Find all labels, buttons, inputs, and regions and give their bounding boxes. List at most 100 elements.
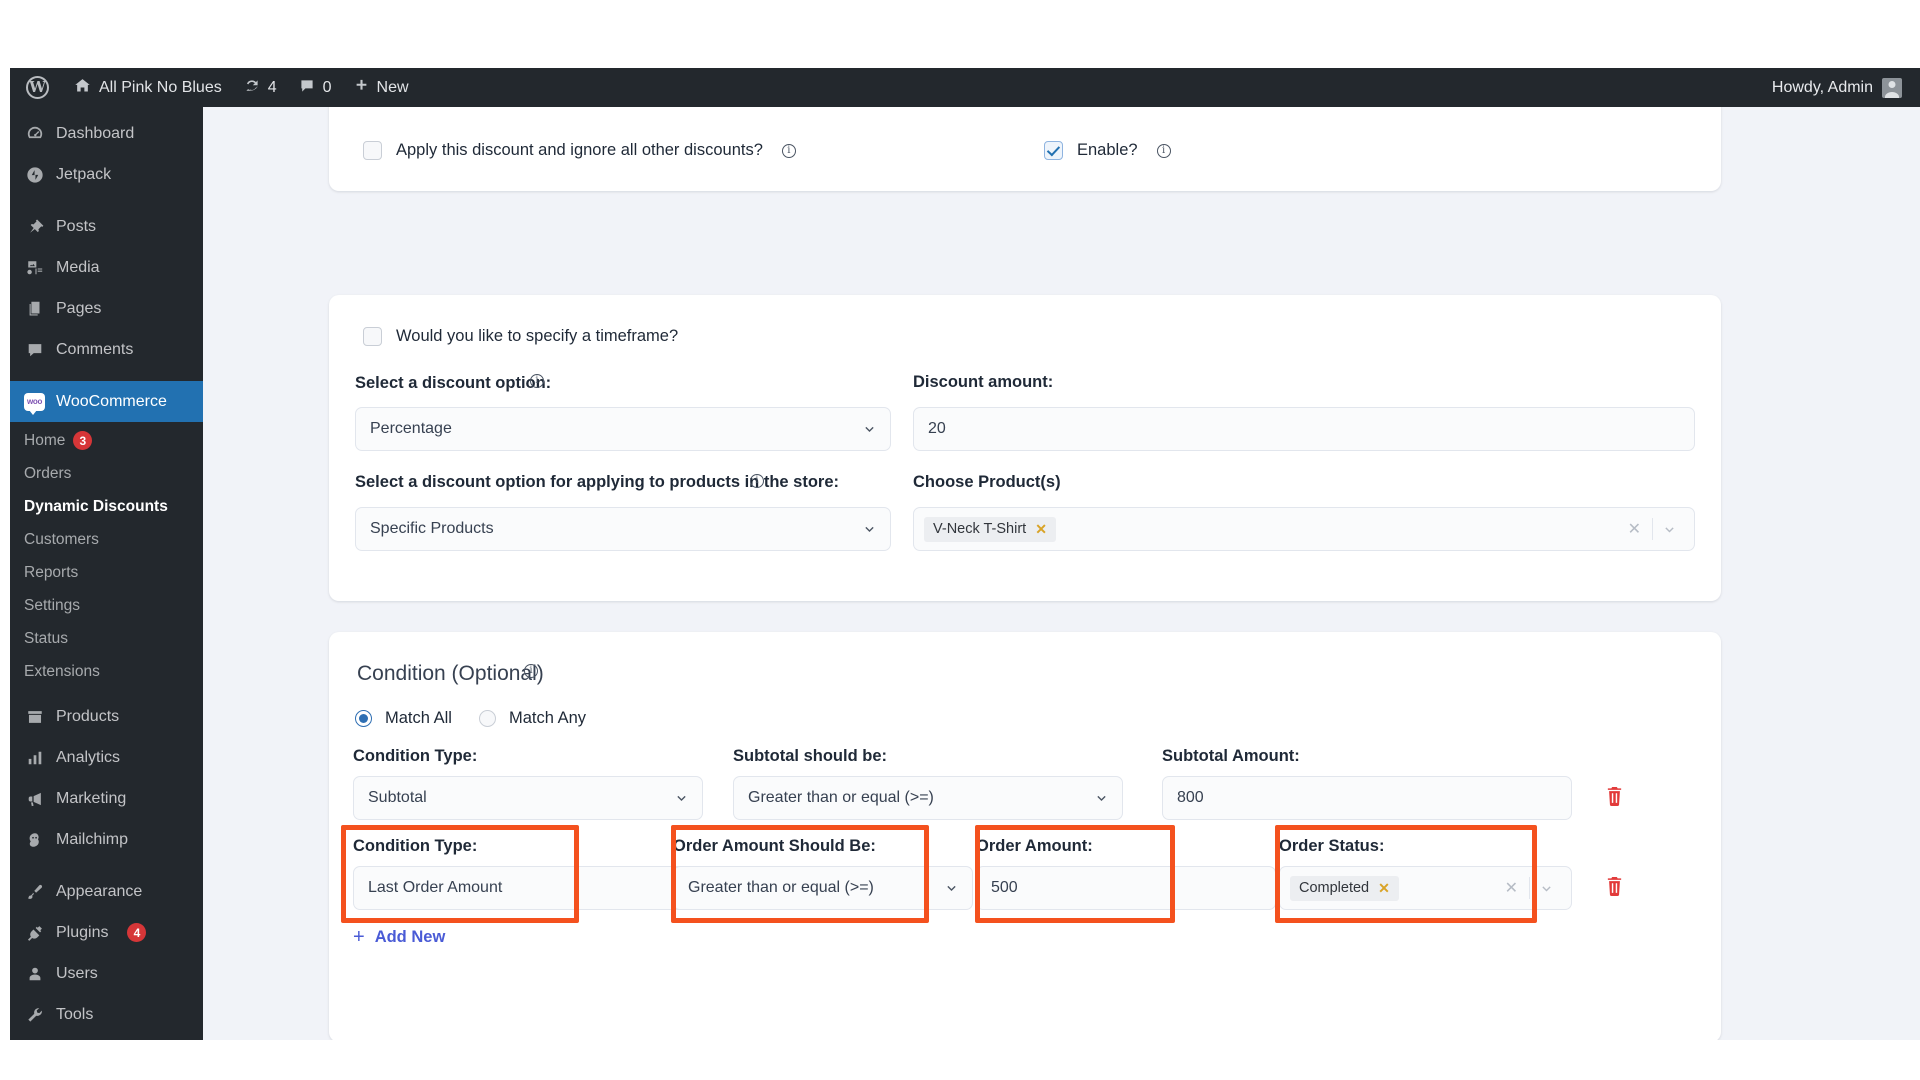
wordpress-logo-icon: W <box>26 76 49 99</box>
sidebar-item-label: Posts <box>56 217 97 235</box>
row1-operator-select[interactable]: Greater than or equal (>=) <box>733 776 1123 820</box>
sidebar-item-marketing[interactable]: Marketing <box>10 778 203 819</box>
add-new-condition-link[interactable]: + Add New <box>353 926 445 949</box>
sidebar-separator <box>10 370 203 381</box>
remove-tag-icon[interactable]: ✕ <box>1378 880 1390 897</box>
remove-tag-icon[interactable]: ✕ <box>1035 521 1047 538</box>
row1-value-label: Subtotal Amount: <box>1162 747 1300 765</box>
clear-x-icon[interactable]: ✕ <box>1494 878 1529 898</box>
discount-option-group: Select a discount option: <box>355 375 891 405</box>
sidebar-subitem-status[interactable]: Status <box>10 622 203 655</box>
sidebar-item-label: Dashboard <box>56 124 135 142</box>
row2-operator-select[interactable]: Greater than or equal (>=) <box>673 866 973 910</box>
sidebar-item-media[interactable]: Media <box>10 247 203 288</box>
sidebar-subitem-settings[interactable]: Settings <box>10 589 203 622</box>
new-content-button[interactable]: New <box>343 68 420 107</box>
info-icon[interactable]: i <box>530 374 544 388</box>
row2-trash-icon[interactable] <box>1605 876 1624 898</box>
match-all-radio-option[interactable]: Match All <box>355 710 452 727</box>
chevron-down-icon[interactable] <box>1653 523 1686 536</box>
discount-option-select[interactable]: Percentage <box>355 407 891 451</box>
home-icon <box>74 77 91 98</box>
timeframe-row[interactable]: Would you like to specify a timeframe? <box>363 327 678 346</box>
discount-amount-value: 20 <box>928 420 946 437</box>
ignore-other-discounts-row[interactable]: Apply this discount and ignore all other… <box>363 141 796 160</box>
match-all-label: Match All <box>385 709 452 728</box>
sidebar-item-appearance[interactable]: Appearance <box>10 871 203 912</box>
sidebar-separator <box>10 195 203 206</box>
updates-button[interactable]: 4 <box>233 68 288 107</box>
row2-condition-type-select[interactable]: Last Order Amount <box>353 866 703 910</box>
enable-row[interactable]: Enable? i <box>1044 141 1171 160</box>
account-menu[interactable]: Howdy, Admin <box>1772 77 1920 98</box>
row2-value-input[interactable]: 500 <box>976 866 1276 910</box>
match-any-radio[interactable] <box>479 710 496 727</box>
sidebar-item-woocommerce[interactable]: woo WooCommerce <box>10 381 203 422</box>
site-name-button[interactable]: All Pink No Blues <box>63 68 233 107</box>
row2-order-status-multiselect[interactable]: Completed ✕ ✕ <box>1279 866 1572 910</box>
sidebar-item-plugins[interactable]: Plugins 4 <box>10 912 203 953</box>
sidebar-item-jetpack[interactable]: Jetpack <box>10 154 203 195</box>
ignore-other-discounts-label: Apply this discount and ignore all other… <box>396 141 763 160</box>
sidebar-separator <box>10 860 203 871</box>
timeframe-checkbox[interactable] <box>363 327 382 346</box>
pin-icon <box>24 216 45 237</box>
info-icon[interactable]: i <box>524 664 538 678</box>
sidebar-item-label: Users <box>56 964 98 982</box>
sidebar-subitem-orders[interactable]: Orders <box>10 457 203 490</box>
sidebar-item-pages[interactable]: Pages <box>10 288 203 329</box>
user-icon <box>24 963 45 984</box>
chevron-down-icon <box>863 523 876 536</box>
enable-checkbox[interactable] <box>1044 141 1063 160</box>
sidebar-subitem-label: Settings <box>24 596 81 614</box>
sidebar-item-analytics[interactable]: Analytics <box>10 737 203 778</box>
sidebar-subitem-extensions[interactable]: Extensions <box>10 655 203 688</box>
product-tag[interactable]: V-Neck T-Shirt ✕ <box>924 516 1056 542</box>
clear-x-icon[interactable]: ✕ <box>1617 519 1652 539</box>
wordpress-logo-button[interactable]: W <box>10 68 63 107</box>
apply-to-select[interactable]: Specific Products <box>355 507 891 551</box>
admin-sidebar: Dashboard Jetpack Posts Media Pages Comm… <box>10 107 203 1040</box>
sidebar-item-posts[interactable]: Posts <box>10 206 203 247</box>
row1-condition-type-select[interactable]: Subtotal <box>353 776 703 820</box>
row2-status-label: Order Status: <box>1279 837 1385 855</box>
sidebar-item-dashboard[interactable]: Dashboard <box>10 113 203 154</box>
info-icon[interactable]: i <box>750 474 764 488</box>
woocommerce-submenu: Home 3 Orders Dynamic Discounts Customer… <box>10 422 203 696</box>
match-any-radio-option[interactable]: Match Any <box>479 710 586 727</box>
choose-products-multiselect[interactable]: V-Neck T-Shirt ✕ ✕ <box>913 507 1695 551</box>
sidebar-item-tools[interactable]: Tools <box>10 994 203 1035</box>
row1-value-input[interactable]: 800 <box>1162 776 1572 820</box>
sidebar-item-comments[interactable]: Comments <box>10 329 203 370</box>
home-badge-count: 3 <box>73 431 93 450</box>
sidebar-item-users[interactable]: Users <box>10 953 203 994</box>
sidebar-subitem-dynamic-discounts[interactable]: Dynamic Discounts <box>10 490 203 523</box>
ignore-other-discounts-checkbox[interactable] <box>363 141 382 160</box>
sidebar-item-products[interactable]: Products <box>10 696 203 737</box>
sidebar-subitem-home[interactable]: Home 3 <box>10 424 203 457</box>
comments-button[interactable]: 0 <box>288 68 343 107</box>
row1-condition-type-label: Condition Type: <box>353 747 478 765</box>
discount-settings-card: Would you like to specify a timeframe? S… <box>329 295 1721 601</box>
row1-trash-icon[interactable] <box>1605 786 1624 808</box>
sidebar-item-mailchimp[interactable]: Mailchimp <box>10 819 203 860</box>
updates-count: 4 <box>267 78 277 96</box>
discount-amount-input[interactable]: 20 <box>913 407 1695 451</box>
product-tag-label: V-Neck T-Shirt <box>933 521 1027 537</box>
chevron-down-icon[interactable] <box>1530 882 1563 895</box>
row2-condition-type-label: Condition Type: <box>353 837 478 855</box>
sidebar-subitem-customers[interactable]: Customers <box>10 523 203 556</box>
comment-bubble-icon <box>299 78 315 98</box>
user-avatar-icon <box>1882 77 1902 98</box>
mailchimp-icon <box>24 829 45 850</box>
multiselect-actions: ✕ <box>1617 518 1686 540</box>
apply-to-label: Select a discount option for applying to… <box>355 473 840 491</box>
info-icon[interactable]: i <box>781 143 796 158</box>
info-icon[interactable]: i <box>1156 143 1171 158</box>
match-all-radio[interactable] <box>355 710 372 727</box>
chevron-down-icon <box>945 882 958 895</box>
discount-option-label: Select a discount option: <box>355 374 552 392</box>
row2-operator-value: Greater than or equal (>=) <box>688 879 874 896</box>
sidebar-subitem-reports[interactable]: Reports <box>10 556 203 589</box>
order-status-tag[interactable]: Completed ✕ <box>1290 875 1399 901</box>
